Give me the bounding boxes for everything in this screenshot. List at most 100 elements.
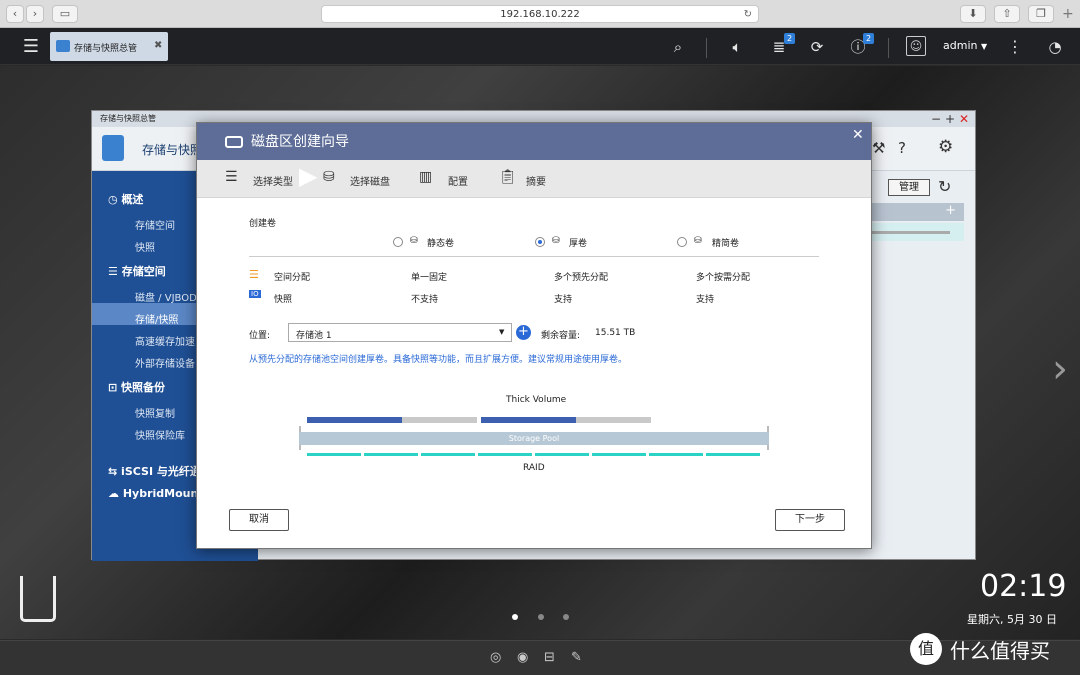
sidebar-item-disk-vjbod[interactable]: 磁盘 / VJBOD	[135, 289, 197, 304]
chevron-down-icon: ▼	[499, 328, 505, 336]
close-icon[interactable]: ✕	[852, 127, 864, 143]
sidebar-item-storage-space-overview[interactable]: 存储空间	[135, 217, 175, 232]
close-tab-icon[interactable]: ✖	[154, 40, 162, 51]
disk-icon	[225, 136, 243, 148]
app-taskbar-tab[interactable]: 存储与快照总管 ✖	[50, 32, 168, 61]
dock-icon-2[interactable]: ◉	[517, 650, 528, 665]
location-select[interactable]: 存储池 1 ▼	[288, 323, 512, 342]
disk-icon: ⛁	[694, 236, 702, 246]
dock-icon-4[interactable]: ✎	[571, 650, 582, 665]
page-dot-active[interactable]	[512, 614, 518, 620]
user-menu[interactable]: admin ▼	[943, 39, 987, 52]
disk-icon: ⛁	[552, 236, 560, 246]
tools-icon[interactable]: ⚒	[872, 139, 885, 157]
wizard-header: 磁盘区创建向导 ✕	[197, 123, 871, 160]
dashboard-icon[interactable]: ◔	[1044, 36, 1066, 58]
sidebar-item-snapshot-vault[interactable]: 快照保险库	[135, 427, 185, 442]
table-row[interactable]	[866, 223, 964, 241]
page-dot[interactable]	[563, 614, 569, 620]
dock-icon-3[interactable]: ⊟	[544, 650, 555, 665]
menu-icon[interactable]: ☰	[20, 36, 42, 58]
refresh-icon[interactable]: ↻	[938, 177, 951, 196]
sidebar-item-external[interactable]: 外部存储设备	[135, 355, 195, 370]
info-icon[interactable]: ⓘ 2	[847, 33, 874, 58]
sidebar-toggle-icon[interactable]: ▭	[52, 5, 78, 23]
cloud-icon: ☁	[108, 487, 123, 500]
radio-thin-volume[interactable]	[677, 237, 687, 247]
next-button[interactable]: 下一步	[775, 509, 845, 531]
user-avatar-icon[interactable]: ☺	[906, 36, 926, 56]
tabs-icon[interactable]: ❐	[1028, 5, 1054, 23]
sidebar-item-storage-snapshot[interactable]: 存储/快照	[135, 311, 178, 326]
sync-icon[interactable]: ⟳	[806, 36, 828, 58]
sidebar-item-cache[interactable]: 高速缓存加速	[135, 333, 195, 348]
settings-gear-icon[interactable]: ⚙	[938, 137, 953, 157]
add-pool-icon[interactable]: +	[516, 325, 531, 340]
add-icon[interactable]: +	[945, 203, 956, 218]
reload-icon[interactable]: ↻	[744, 6, 752, 23]
sidebar-item-hybridmount[interactable]: ☁ HybridMount	[108, 487, 204, 500]
task-icon[interactable]: ≣ 2	[768, 33, 795, 58]
storage-pool-bar: Storage Pool	[299, 432, 769, 445]
radio-static-volume[interactable]	[393, 237, 403, 247]
raid-bar	[307, 453, 762, 456]
clipboard-icon: 📋︎	[499, 169, 517, 185]
step-select-disk: 选择磁盘	[350, 177, 390, 188]
new-tab-icon[interactable]: +	[1062, 6, 1074, 22]
divider	[249, 256, 819, 257]
label-thin-volume: 精简卷	[712, 239, 740, 249]
location-label: 位置:	[249, 331, 271, 341]
download-icon[interactable]: ⬇	[960, 5, 986, 23]
allocation-static: 单一固定	[411, 273, 448, 283]
row-label-allocation: 空间分配	[274, 273, 311, 283]
volume-bar	[307, 417, 477, 423]
clock-time: 02:19	[980, 569, 1067, 604]
url-field[interactable]: 192.168.10.222 ↻	[321, 5, 759, 23]
minimize-icon[interactable]: −	[931, 111, 941, 127]
page-dot[interactable]	[538, 614, 544, 620]
watermark-text: 什么值得买	[950, 639, 1050, 663]
volume-icon[interactable]: 🔈︎	[726, 36, 748, 58]
qts-top-bar: ☰ 存储与快照总管 ✖ ⌕ 🔈︎ ≣ 2 ⟳ ⓘ 2 ☺ admin ▼ ⋮ ◔	[0, 28, 1080, 65]
help-icon[interactable]: ?	[898, 139, 906, 157]
radio-thick-volume[interactable]	[535, 237, 545, 247]
trash-icon[interactable]	[20, 576, 56, 622]
sidebar-item-overview[interactable]: ◷ 概述	[108, 191, 143, 207]
label-thick-volume: 厚卷	[569, 239, 588, 249]
app-header-title: 存储与快照	[142, 143, 203, 157]
snapshot-icon: ⊡	[108, 381, 122, 394]
sidebar-item-snapshot-overview[interactable]: 快照	[135, 239, 155, 254]
raid-label: RAID	[523, 463, 545, 473]
list-icon: ☰	[225, 169, 238, 185]
username: admin	[943, 39, 978, 52]
sidebar-item-iscsi[interactable]: ⇆ iSCSI 与光纤通	[108, 463, 201, 479]
next-page-icon[interactable]: ›	[1052, 346, 1068, 392]
step-arrow-icon: ▶	[299, 162, 318, 190]
sidebar-item-storage-space[interactable]: ☰ 存储空间	[108, 263, 166, 279]
close-icon[interactable]: ✕	[959, 111, 969, 127]
clock-date: 星期六, 5月 30 日	[967, 613, 1057, 626]
share-icon[interactable]: ⇧	[994, 5, 1020, 23]
sidebar-item-snapshot-replica[interactable]: 快照复制	[135, 405, 175, 420]
dock-icon-1[interactable]: ◎	[490, 650, 501, 665]
divider	[888, 38, 889, 58]
sidebar-item-snapshot-backup[interactable]: ⊡ 快照备份	[108, 379, 165, 395]
forward-icon[interactable]: ›	[26, 5, 44, 23]
type-description: 从预先分配的存储池空间创建厚卷。具备快照等功能，而且扩展方便。建议常规用途使用厚…	[249, 355, 628, 365]
search-icon[interactable]: ⌕	[667, 36, 689, 58]
url-text: 192.168.10.222	[500, 9, 580, 20]
share-link-icon: ⇆	[108, 465, 122, 478]
snapshot-thick: 支持	[554, 295, 573, 305]
divider	[706, 38, 707, 58]
disk-icon: ⛁	[410, 236, 418, 246]
cancel-button[interactable]: 取消	[229, 509, 289, 531]
config-icon: ▥	[419, 169, 433, 185]
back-icon[interactable]: ‹	[6, 5, 24, 23]
wizard-steps: ☰ 选择类型 ▶ ⛁ 选择磁盘 ▥ 配置 📋︎ 摘要	[197, 160, 871, 198]
maximize-icon[interactable]: +	[945, 111, 955, 127]
section-label: 创建卷	[249, 219, 277, 229]
more-icon[interactable]: ⋮	[1004, 36, 1026, 58]
app-window-title: 存储与快照总管	[100, 114, 156, 123]
dashboard-icon: ◷	[108, 193, 122, 206]
manage-button[interactable]: 管理	[888, 179, 930, 196]
